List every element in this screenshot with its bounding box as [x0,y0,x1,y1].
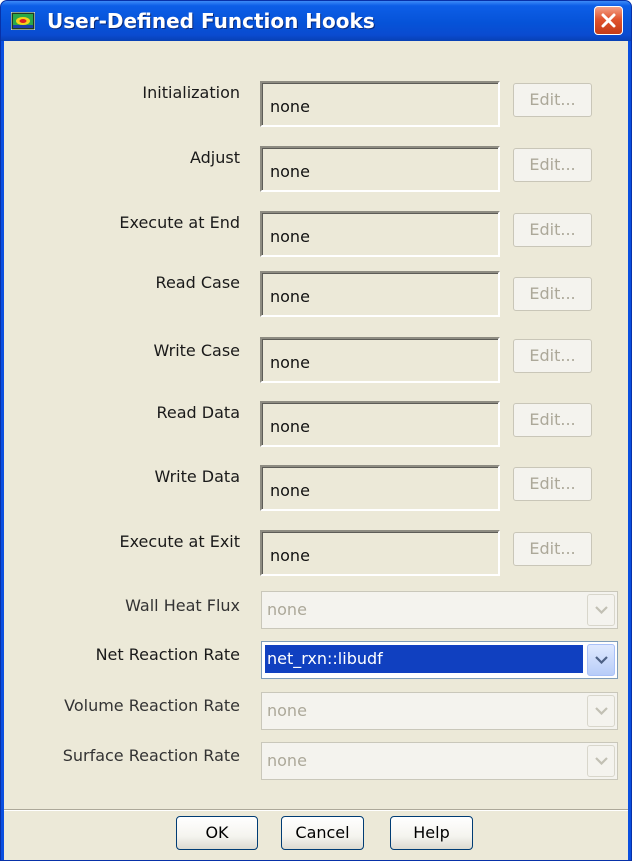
hook-field-read-case: none [260,271,500,317]
hook-label-adjust: Adjust [189,148,240,167]
selector-label-surface-reaction-rate: Surface Reaction Rate [62,746,240,765]
dropdown-value: none [267,600,307,619]
edit-button-initialization[interactable]: Edit... [513,83,592,117]
dropdown-arrow [587,695,615,727]
hook-value: none [270,353,310,372]
dropdown-arrow [587,745,615,777]
ok-button[interactable]: OK [176,816,258,850]
hook-value: none [270,546,310,565]
cancel-button[interactable]: Cancel [281,816,364,850]
chevron-down-icon [595,656,608,664]
dialog-body: Initialization none Edit... Adjust none … [4,41,628,860]
hook-value: none [270,481,310,500]
hook-label-read-case: Read Case [155,273,240,292]
hook-field-execute-at-end: none [260,211,500,257]
hook-field-execute-at-exit: none [260,530,500,576]
window-title: User-Defined Function Hooks [47,9,375,33]
hook-field-adjust: none [260,146,500,192]
hook-field-initialization: none [260,81,500,127]
fluent-app-icon [10,11,36,31]
close-button[interactable] [594,6,623,35]
hook-label-execute-at-end: Execute at End [119,213,240,232]
close-icon [601,13,616,28]
hook-value: none [270,287,310,306]
dropdown-value[interactable]: net_rxn::libudf [265,645,583,673]
edit-button-write-data[interactable]: Edit... [513,467,592,501]
surface-reaction-rate-dropdown: none [261,742,618,780]
hook-value: none [270,162,310,181]
hook-field-read-data: none [260,401,500,447]
volume-reaction-rate-dropdown: none [261,692,618,730]
net-reaction-rate-dropdown[interactable]: net_rxn::libudf [261,641,618,679]
edit-button-adjust[interactable]: Edit... [513,148,592,182]
hook-label-read-data: Read Data [156,403,241,422]
dropdown-arrow [587,594,615,626]
chevron-down-icon [595,606,608,614]
hook-field-write-data: none [260,465,500,511]
edit-button-read-case[interactable]: Edit... [513,277,592,311]
title-bar[interactable]: User-Defined Function Hooks [1,1,631,41]
edit-button-execute-at-exit[interactable]: Edit... [513,532,592,566]
selector-label-wall-heat-flux: Wall Heat Flux [125,596,240,615]
selector-label-volume-reaction-rate: Volume Reaction Rate [64,696,240,715]
hook-label-write-case: Write Case [153,341,240,360]
chevron-down-icon [595,707,608,715]
wall-heat-flux-dropdown: none [261,591,618,629]
hook-value: none [270,227,310,246]
hook-label-execute-at-exit: Execute at Exit [119,532,240,551]
edit-button-write-case[interactable]: Edit... [513,339,592,373]
hook-value: none [270,97,310,116]
help-button[interactable]: Help [390,816,473,850]
udf-hooks-dialog: User-Defined Function Hooks Initializati… [0,0,632,861]
hook-value: none [270,417,310,436]
separator [4,809,628,811]
hook-label-write-data: Write Data [154,467,240,486]
edit-button-execute-at-end[interactable]: Edit... [513,213,592,247]
selector-label-net-reaction-rate: Net Reaction Rate [95,645,240,664]
edit-button-read-data[interactable]: Edit... [513,403,592,437]
dropdown-value: none [267,701,307,720]
chevron-down-icon [595,757,608,765]
hook-field-write-case: none [260,337,500,383]
hook-label-initialization: Initialization [142,83,240,102]
dropdown-arrow-button[interactable] [587,644,615,676]
dropdown-value: none [267,751,307,770]
